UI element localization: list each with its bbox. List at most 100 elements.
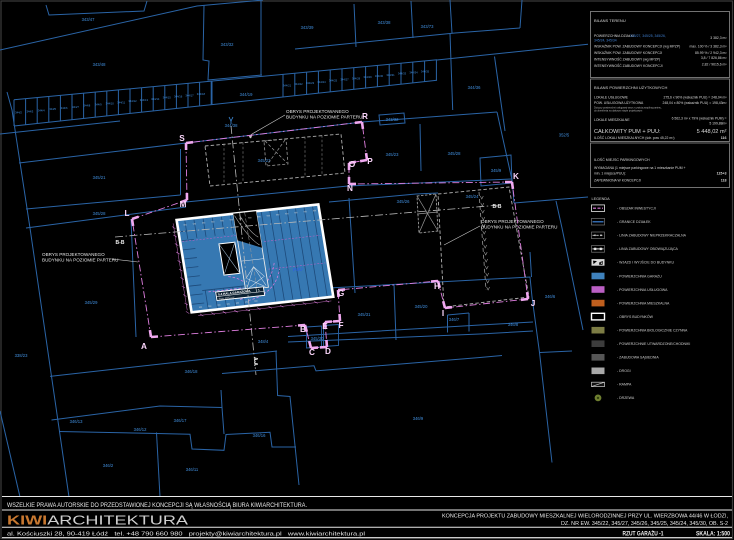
svg-text:344/2: 344/2 — [15, 111, 22, 115]
svg-text:344/7: 344/7 — [72, 105, 79, 109]
svg-text:343/48: 343/48 — [93, 62, 106, 67]
svg-text:344/27: 344/27 — [340, 77, 349, 81]
svg-text:J: J — [531, 299, 536, 308]
svg-text:344/13: 344/13 — [140, 98, 149, 102]
svg-text:I: I — [442, 309, 444, 318]
svg-text:345/28: 345/28 — [448, 151, 461, 156]
svg-text:344/14: 344/14 — [151, 97, 160, 101]
svg-text:WYMAGANA (1 miejsce parkingowe: WYMAGANA (1 miejsce parkingowe na 1 mies… — [594, 166, 686, 170]
svg-text:R: R — [362, 112, 368, 121]
svg-text:K: K — [513, 172, 519, 181]
svg-text:343/38: 343/38 — [378, 20, 391, 25]
svg-text:344/22: 344/22 — [294, 82, 303, 86]
svg-text:348/4: 348/4 — [258, 339, 269, 344]
svg-text:A-A: A-A — [252, 357, 258, 366]
svg-text:345/24: 345/24 — [466, 194, 479, 199]
svg-text:- GRANICE DZIAŁEK: - GRANICE DZIAŁEK — [617, 220, 651, 224]
svg-text:115+3: 115+3 — [717, 172, 727, 176]
svg-text:344/34: 344/34 — [409, 71, 418, 75]
svg-text:346/13: 346/13 — [70, 419, 83, 424]
svg-text:343/39: 343/39 — [301, 25, 314, 30]
svg-text:346/7: 346/7 — [449, 317, 460, 322]
svg-text:344/25: 344/25 — [329, 79, 338, 83]
svg-text:ZAPEWNIONA W KONCEPCJI: ZAPEWNIONA W KONCEPCJI — [594, 179, 641, 183]
svg-text:WSZELKIE PRAWA AUTORSKIE DO PR: WSZELKIE PRAWA AUTORSKIE DO PRZEDSTAWION… — [7, 501, 307, 509]
svg-text:OBRYS PROJEKTOWANEGO: OBRYS PROJEKTOWANEGO — [481, 219, 544, 224]
svg-text:346/17: 346/17 — [174, 418, 187, 423]
svg-text:344/33: 344/33 — [398, 72, 407, 76]
svg-text:344/18: 344/18 — [197, 92, 206, 96]
svg-text:116: 116 — [721, 136, 727, 140]
svg-text:RZUT GARAŻU -1: RZUT GARAŻU -1 — [623, 530, 664, 537]
svg-text:345/28: 345/28 — [93, 211, 106, 216]
svg-text:- DROGI: - DROGI — [617, 369, 631, 373]
svg-text:275,6 x 90% (wskaźnik PUU) = 2: 275,6 x 90% (wskaźnik PUU) = 248,04 m² — [663, 96, 727, 100]
svg-text:B-B: B-B — [493, 204, 502, 210]
svg-text:do określenia na dalszym etapi: do określenia na dalszym etapie projekto… — [594, 110, 642, 113]
svg-text:344/5: 344/5 — [49, 107, 56, 111]
svg-text:344/28: 344/28 — [352, 76, 361, 80]
svg-text:M: M — [180, 200, 187, 209]
svg-text:WSKAŹNIK POW. ZABUDOWY KONCEPC: WSKAŹNIK POW. ZABUDOWY KONCEPCJI (wg MPZ… — [594, 44, 680, 49]
svg-text:- DRZEWA: - DRZEWA — [617, 396, 635, 400]
svg-text:3 382,3 m²: 3 382,3 m² — [710, 36, 727, 40]
svg-text:- WJAZD I WYJŚCIE DO BUDYNKU: - WJAZD I WYJŚCIE DO BUDYNKU — [617, 260, 674, 265]
svg-text:DZ. NR EW. 345/22, 345/27, 345: DZ. NR EW. 345/22, 345/27, 345/26, 345/2… — [561, 521, 728, 527]
svg-text:3,8 / 7 826,86 m²: 3,8 / 7 826,86 m² — [701, 56, 728, 60]
svg-text:- LINIA ZABUDOWY NIEPRZEKRACZA: - LINIA ZABUDOWY NIEPRZEKRACZALNA — [617, 234, 687, 238]
svg-text:BUDYNKU NA POZIOMIE PARTERU: BUDYNKU NA POZIOMIE PARTERU — [481, 225, 557, 230]
svg-text:344/29: 344/29 — [363, 75, 372, 79]
svg-text:LOKALE USŁUGOWE: LOKALE USŁUGOWE — [594, 96, 629, 100]
svg-text:L: L — [124, 209, 129, 218]
svg-text:POWIERZCHNIA DZIAŁKI: POWIERZCHNIA DZIAŁKI — [594, 34, 634, 38]
svg-text:345/21: 345/21 — [93, 175, 106, 180]
svg-text:SKALA: 1:500: SKALA: 1:500 — [696, 530, 730, 537]
svg-text:345/31: 345/31 — [358, 312, 371, 317]
svg-text:344/3: 344/3 — [27, 110, 34, 114]
svg-text:PUU: PUU — [293, 266, 303, 272]
svg-text:5 199,88m²: 5 199,88m² — [709, 122, 727, 126]
svg-text:344/35: 344/35 — [421, 69, 430, 73]
svg-text:344/8: 344/8 — [84, 104, 91, 108]
svg-text:345/23: 345/23 — [386, 152, 399, 157]
svg-text:OBRYS PROJEKTOWANEGO: OBRYS PROJEKTOWANEGO — [42, 252, 105, 257]
svg-text:O: O — [349, 160, 356, 169]
svg-text:345/26: 345/26 — [397, 199, 410, 204]
svg-text:F: F — [338, 321, 343, 330]
svg-text:al. Kościuszki 28, 90-419 Łódź: al. Kościuszki 28, 90-419 Łódź tel. +48 … — [7, 532, 365, 538]
svg-text:BUDYNKU NA POZIOMIE PARTERU: BUDYNKU NA POZIOMIE PARTERU — [286, 115, 362, 120]
svg-text:345/30: 345/30 — [311, 336, 324, 341]
svg-text:345/20: 345/20 — [415, 304, 428, 309]
svg-text:INTENSYWNOŚĆ ZABUDOWY KONCEPCJ: INTENSYWNOŚĆ ZABUDOWY KONCEPCJI — [594, 63, 663, 68]
svg-text:344/6: 344/6 — [61, 106, 68, 110]
svg-text:BUDYNKU NA POZIOMIE PARTERU: BUDYNKU NA POZIOMIE PARTERU — [42, 258, 118, 263]
svg-text:343/32: 343/32 — [221, 42, 234, 47]
svg-text:346/9: 346/9 — [413, 416, 424, 421]
svg-text:344/23: 344/23 — [306, 81, 315, 85]
svg-text:G: G — [338, 289, 344, 298]
svg-text:343/73: 343/73 — [421, 24, 434, 29]
svg-text:344/36: 344/36 — [468, 85, 481, 90]
svg-text:A: A — [141, 342, 147, 351]
svg-text:344/30: 344/30 — [375, 74, 384, 78]
svg-text:346/12: 346/12 — [134, 427, 147, 432]
svg-text:343/32: 343/32 — [386, 117, 399, 122]
svg-text:345/27, 345/25, 345/26,: 345/27, 345/25, 345/26, — [630, 34, 666, 38]
svg-text:344/11: 344/11 — [117, 100, 126, 104]
svg-text:346/6: 346/6 — [545, 294, 556, 299]
svg-text:KIWIARCHITEKTURA: KIWIARCHITEKTURA — [7, 513, 189, 528]
svg-text:INTENSYWNOŚĆ ZABUDOWY (wg MPZP: INTENSYWNOŚĆ ZABUDOWY (wg MPZP) — [594, 57, 660, 62]
svg-text:346/16: 346/16 — [253, 433, 266, 438]
svg-text:344/9: 344/9 — [95, 103, 102, 107]
svg-text:- POWIERZCHNIA GARAŻU: - POWIERZCHNIA GARAŻU — [617, 273, 662, 278]
svg-text:346/11: 346/11 — [186, 467, 199, 472]
svg-text:LEGENDA: LEGENDA — [592, 197, 611, 201]
svg-text:344/16: 344/16 — [174, 95, 183, 99]
svg-text:- POWIERZCHNIA MIESZKALNA: - POWIERZCHNIA MIESZKALNA — [617, 301, 670, 305]
svg-text:ILOŚĆ LOKALI MIESZKALNYCH (śdr: ILOŚĆ LOKALI MIESZKALNYCH (śdr. pow 45,2… — [594, 135, 674, 140]
svg-text:346/18: 346/18 — [185, 369, 198, 374]
svg-text:max. 100 % / 3 382,3 m²: max. 100 % / 3 382,3 m² — [690, 45, 728, 49]
svg-text:- POWIERZCHNIA USŁUGOWA: - POWIERZCHNIA USŁUGOWA — [617, 288, 668, 292]
svg-text:- OBRYS BUDYNKÓW: - OBRYS BUDYNKÓW — [617, 314, 654, 319]
svg-text:min. 1 miejsce/PUU):: min. 1 miejsce/PUU): — [594, 172, 626, 176]
